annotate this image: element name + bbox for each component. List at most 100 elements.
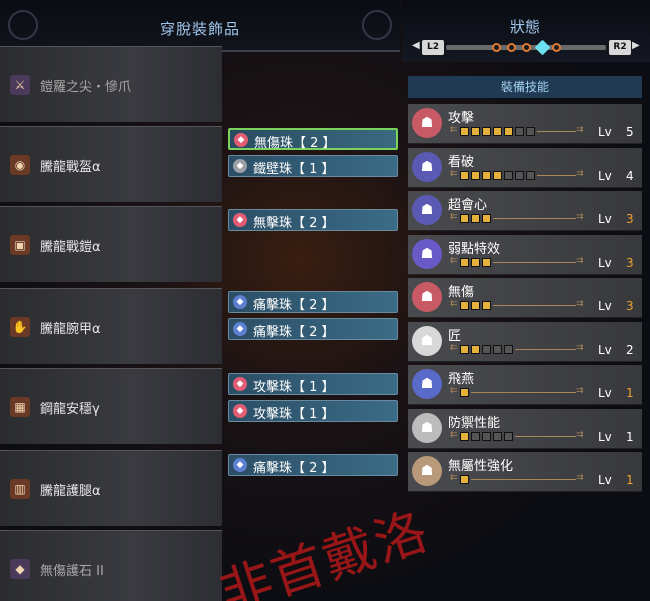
skill-level-bar: ⇇ ⇉ [448, 342, 588, 355]
skill-level-bar: ⇇ ⇉ [448, 386, 588, 398]
skill-level-pip [471, 344, 480, 354]
equipment-name: 鋼龍安穩γ [40, 402, 100, 417]
skill-level-pip [460, 431, 469, 441]
skill-row: ☗ 弱點特效 ⇇ ⇉ Lv 3 [408, 234, 642, 275]
bar-end-icon: ⇉ [576, 125, 584, 135]
waist-armor-icon: ▦ [10, 397, 30, 417]
skill-level-pip [460, 127, 469, 136]
skill-level-pip [493, 170, 502, 180]
decoration-slot[interactable]: ◆ 痛擊珠【 2 】 [228, 318, 398, 340]
bar-end-icon: ⇉ [576, 386, 584, 396]
lv-label: Lv [598, 125, 612, 139]
skill-name: 無傷 [448, 285, 475, 300]
bar-line [515, 435, 576, 437]
decoration-slot[interactable]: ◆ 痛擊珠【 2 】 [228, 454, 398, 476]
page-dot [552, 43, 561, 52]
bar-line [471, 392, 576, 393]
arm-armor-icon: ✋ [10, 317, 30, 337]
equipment-slot[interactable]: ▦ 鋼龍安穩γ [0, 368, 222, 444]
equipment-slot[interactable]: ⚔ 鎧羅之尖・慘爪 [0, 46, 222, 122]
decoration-slot[interactable]: ◆ 無傷珠【 2 】 [228, 128, 398, 151]
equipment-slot[interactable]: ▥ 騰龍護腿α [0, 450, 222, 526]
equipment-slot[interactable]: ▣ 騰龍戰鎧α [0, 206, 222, 282]
skill-row: ☗ 攻擊 ⇇ ⇉ Lv 5 [408, 104, 642, 144]
skill-icon: ☗ [412, 108, 442, 138]
decoration-name: 痛擊珠【 2 】 [253, 325, 335, 340]
skill-level-pip [482, 127, 491, 136]
decoration-name: 攻擊珠【 1 】 [253, 380, 335, 395]
skill-icon: ☗ [412, 412, 442, 443]
decoration-screen: 穿脫裝飾品 ⚔ 鎧羅之尖・慘爪 ◉ 騰龍戰盔α ▣ 騰龍戰鎧α ✋ 騰龍腕甲α ▦ 鋼龍安穩γ ▥ 騰… [0, 0, 650, 601]
bar-line [493, 218, 576, 219]
l2-button[interactable]: L2 [422, 40, 444, 55]
skill-icon: ☗ [412, 282, 442, 312]
left-arrow-icon: ◀ [412, 40, 420, 51]
skill-name: 看破 [448, 154, 475, 170]
bar-start-icon: ⇇ [450, 342, 458, 353]
page-dot [492, 43, 501, 52]
skill-level-pip [460, 170, 469, 180]
lv-label: Lv [598, 386, 612, 400]
skill-level-pip [471, 257, 480, 267]
skill-row: ☗ 飛燕 ⇇ ⇉ Lv 1 [408, 365, 642, 405]
skill-name: 攻擊 [448, 111, 475, 126]
skill-level-pip [526, 170, 535, 180]
skill-level-pip [482, 431, 491, 441]
skill-level-pip [515, 127, 524, 136]
skill-level-pip [482, 170, 491, 180]
bar-start-icon: ⇇ [450, 386, 458, 396]
equipment-slot[interactable]: ◆ 無傷護石 II [0, 530, 222, 601]
bar-start-icon: ⇇ [450, 168, 458, 179]
equipment-name: 鎧羅之尖・慘爪 [40, 80, 132, 95]
skill-icon: ☗ [412, 456, 442, 486]
skill-level-pip [504, 170, 513, 180]
r2-button[interactable]: R2 [609, 40, 631, 55]
skill-level-pip [493, 127, 502, 136]
decoration-slot[interactable]: ◆ 痛擊珠【 2 】 [228, 291, 398, 313]
lv-label: Lv [598, 473, 612, 487]
skill-level: 1 [626, 473, 634, 487]
decoration-slot[interactable]: ◆ 鐵壁珠【 1 】 [228, 155, 398, 177]
skill-level-bar: ⇇ ⇉ [448, 299, 588, 311]
skill-level: 2 [626, 342, 634, 357]
skill-row: ☗ 無傷 ⇇ ⇉ Lv 3 [408, 278, 642, 318]
skill-level-pip [482, 214, 491, 223]
lv-label: Lv [598, 168, 612, 183]
bar-line [515, 348, 576, 350]
skill-icon: ☗ [412, 238, 442, 269]
equipment-name: 騰龍腕甲α [40, 322, 101, 337]
bar-end-icon: ⇉ [576, 473, 584, 483]
equipment-slot[interactable]: ◉ 騰龍戰盔α [0, 126, 222, 202]
charm-icon: ◆ [10, 559, 30, 579]
page-dot [522, 43, 531, 52]
decoration-slot[interactable]: ◆ 攻擊珠【 1 】 [228, 373, 398, 395]
skill-level-bar: ⇇ ⇉ [448, 168, 588, 181]
bar-start-icon: ⇇ [450, 429, 458, 440]
skill-level-pip [471, 214, 480, 223]
skill-icon: ☗ [412, 195, 442, 225]
watermark: 非首戴洛 [212, 500, 437, 601]
bar-start-icon: ⇇ [450, 255, 458, 266]
decoration-icon: ◆ [233, 458, 247, 472]
skill-level: 3 [626, 212, 634, 226]
skill-name: 飛燕 [448, 372, 475, 387]
decoration-name: 無傷珠【 2 】 [254, 136, 336, 151]
skill-level-pip [504, 344, 513, 354]
skill-level-pip [460, 214, 469, 223]
bar-line [493, 261, 576, 263]
decoration-icon: ◆ [233, 213, 247, 227]
status-title: 狀態 [510, 18, 541, 36]
equipment-slot[interactable]: ✋ 騰龍腕甲α [0, 288, 222, 364]
chest-armor-icon: ▣ [10, 235, 30, 255]
decoration-icon: ◆ [233, 404, 247, 418]
decoration-slot[interactable]: ◆ 無擊珠【 2 】 [228, 209, 398, 231]
decoration-icon: ◆ [233, 159, 247, 173]
bar-end-icon: ⇉ [576, 212, 584, 222]
skill-level-pip [471, 170, 480, 180]
skill-level-pip [471, 301, 480, 310]
decoration-slot[interactable]: ◆ 攻擊珠【 1 】 [228, 400, 398, 422]
weapon-icon: ⚔ [10, 75, 30, 95]
skill-name: 匠 [448, 328, 462, 344]
skill-level-bar: ⇇ ⇉ [448, 212, 588, 224]
bar-line [537, 174, 576, 176]
